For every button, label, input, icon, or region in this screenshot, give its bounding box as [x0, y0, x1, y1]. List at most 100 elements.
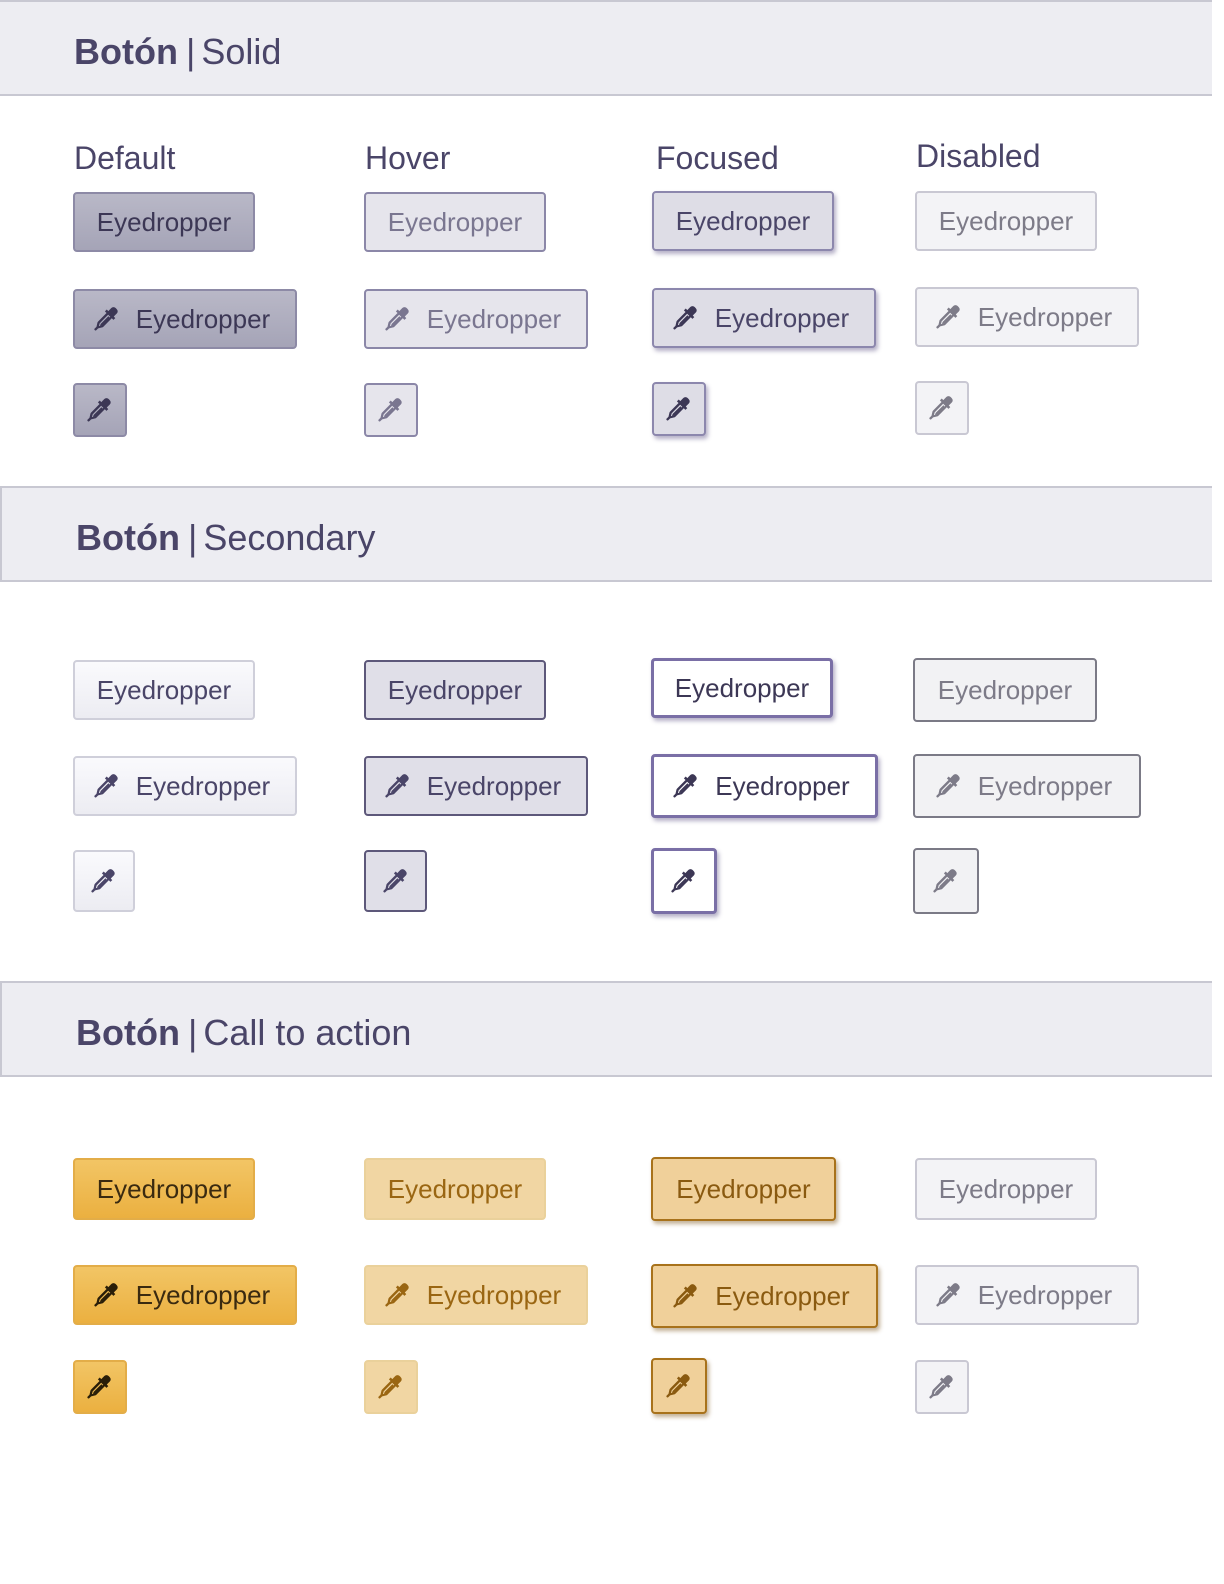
secondary-disabled-button[interactable]: Eyedropper	[913, 658, 1097, 722]
eyedropper-icon	[92, 771, 122, 801]
secondary-focused-button[interactable]: Eyedropper	[651, 658, 833, 718]
button-label: Eyedropper	[96, 674, 232, 705]
section-title-variant: Solid	[201, 31, 282, 72]
button-label: Eyedropper	[387, 674, 523, 705]
eyedropper-icon	[669, 866, 699, 896]
button-label: Eyedropper	[135, 1279, 271, 1310]
eyedropper-icon	[85, 395, 115, 425]
solid-focused-button[interactable]: Eyedropper	[652, 191, 834, 251]
secondary-default-icon-only-button[interactable]	[73, 850, 135, 912]
button-label: Eyedropper	[674, 672, 810, 703]
eyedropper-icon	[664, 1371, 694, 1401]
button-label: Eyedropper	[977, 770, 1113, 801]
cta-default-icon-button[interactable]: Eyedropper	[73, 1265, 297, 1325]
cta-focused-icon-button[interactable]: Eyedropper	[651, 1264, 878, 1328]
cta-focused-button[interactable]: Eyedropper	[651, 1157, 836, 1221]
eyedropper-icon	[934, 302, 964, 332]
button-label: Eyedropper	[715, 770, 850, 801]
secondary-focused-icon-only-button[interactable]	[651, 848, 717, 914]
button-label: Eyedropper	[938, 205, 1074, 236]
state-label-focused: Focused	[656, 140, 779, 176]
section-title-variant: Secondary	[203, 517, 376, 558]
eyedropper-icon	[376, 395, 406, 425]
section-header-call-to-action: Botón | Call to action	[0, 981, 1212, 1077]
eyedropper-icon	[671, 303, 701, 333]
section-title: Botón | Secondary	[76, 516, 375, 560]
button-label: Eyedropper	[135, 303, 271, 334]
section-header-secondary: Botón | Secondary	[0, 486, 1212, 582]
eyedropper-icon	[927, 393, 957, 423]
button-label: Eyedropper	[938, 1173, 1074, 1204]
solid-disabled-icon-only-button[interactable]	[915, 381, 969, 435]
eyedropper-icon	[927, 1372, 957, 1402]
solid-focused-icon-button[interactable]: Eyedropper	[652, 288, 876, 348]
cta-disabled-button[interactable]: Eyedropper	[915, 1158, 1097, 1220]
button-label: Eyedropper	[96, 206, 232, 237]
section-header-solid: Botón | Solid	[0, 0, 1212, 96]
button-label: Eyedropper	[715, 1280, 850, 1311]
button-label: Eyedropper	[714, 302, 850, 333]
secondary-default-button[interactable]: Eyedropper	[73, 660, 255, 720]
eyedropper-icon	[934, 771, 964, 801]
eyedropper-icon	[85, 1372, 115, 1402]
eyedropper-icon	[934, 1280, 964, 1310]
eyedropper-icon	[671, 771, 701, 801]
section-title-separator: |	[185, 31, 196, 72]
solid-default-icon-only-button[interactable]	[73, 383, 127, 437]
button-label: Eyedropper	[937, 674, 1073, 705]
button-label: Eyedropper	[977, 1279, 1113, 1310]
secondary-hover-button[interactable]: Eyedropper	[364, 660, 546, 720]
solid-disabled-icon-button[interactable]: Eyedropper	[915, 287, 1139, 347]
cta-disabled-icon-only-button[interactable]	[915, 1360, 969, 1414]
button-label: Eyedropper	[977, 301, 1113, 332]
cta-default-button[interactable]: Eyedropper	[73, 1158, 255, 1220]
eyedropper-icon	[383, 304, 413, 334]
state-label-default: Default	[74, 140, 176, 176]
eyedropper-icon	[671, 1281, 701, 1311]
eyedropper-icon	[89, 866, 119, 896]
section-title-strong: Botón	[76, 517, 180, 558]
eyedropper-icon	[931, 866, 961, 896]
solid-hover-icon-only-button[interactable]	[364, 383, 418, 437]
eyedropper-icon	[664, 394, 694, 424]
secondary-focused-icon-button[interactable]: Eyedropper	[651, 754, 878, 818]
button-label: Eyedropper	[387, 206, 523, 237]
eyedropper-icon	[92, 304, 122, 334]
eyedropper-icon	[376, 1372, 406, 1402]
cta-hover-icon-only-button[interactable]	[364, 1360, 418, 1414]
state-label-hover: Hover	[365, 140, 451, 176]
secondary-disabled-icon-only-button[interactable]	[913, 848, 979, 914]
solid-hover-icon-button[interactable]: Eyedropper	[364, 289, 588, 349]
section-title-separator: |	[187, 517, 198, 558]
button-label: Eyedropper	[96, 1173, 232, 1204]
section-title-strong: Botón	[74, 31, 178, 72]
button-label: Eyedropper	[135, 770, 271, 801]
cta-hover-icon-button[interactable]: Eyedropper	[364, 1265, 588, 1325]
secondary-hover-icon-button[interactable]: Eyedropper	[364, 756, 588, 816]
button-label: Eyedropper	[675, 205, 811, 236]
section-title-separator: |	[187, 1012, 198, 1053]
secondary-hover-icon-only-button[interactable]	[364, 850, 427, 912]
section-title-variant: Call to action	[203, 1012, 412, 1053]
secondary-default-icon-button[interactable]: Eyedropper	[73, 756, 297, 816]
eyedropper-icon	[383, 1280, 413, 1310]
solid-hover-button[interactable]: Eyedropper	[364, 192, 546, 252]
cta-disabled-icon-button[interactable]: Eyedropper	[915, 1265, 1139, 1325]
cta-focused-icon-only-button[interactable]	[651, 1358, 707, 1414]
solid-default-icon-button[interactable]: Eyedropper	[73, 289, 297, 349]
solid-disabled-button[interactable]: Eyedropper	[915, 191, 1097, 251]
section-title: Botón | Solid	[74, 30, 281, 74]
eyedropper-icon	[383, 771, 413, 801]
button-label: Eyedropper	[426, 303, 562, 334]
button-label: Eyedropper	[426, 1279, 562, 1310]
secondary-disabled-icon-button[interactable]: Eyedropper	[913, 754, 1141, 818]
eyedropper-icon	[92, 1280, 122, 1310]
button-label: Eyedropper	[676, 1173, 811, 1204]
solid-focused-icon-only-button[interactable]	[652, 382, 706, 436]
section-title-strong: Botón	[76, 1012, 180, 1053]
eyedropper-icon	[381, 866, 411, 896]
solid-default-button[interactable]: Eyedropper	[73, 192, 255, 252]
cta-default-icon-only-button[interactable]	[73, 1360, 127, 1414]
cta-hover-button[interactable]: Eyedropper	[364, 1158, 546, 1220]
state-label-disabled: Disabled	[916, 138, 1041, 174]
